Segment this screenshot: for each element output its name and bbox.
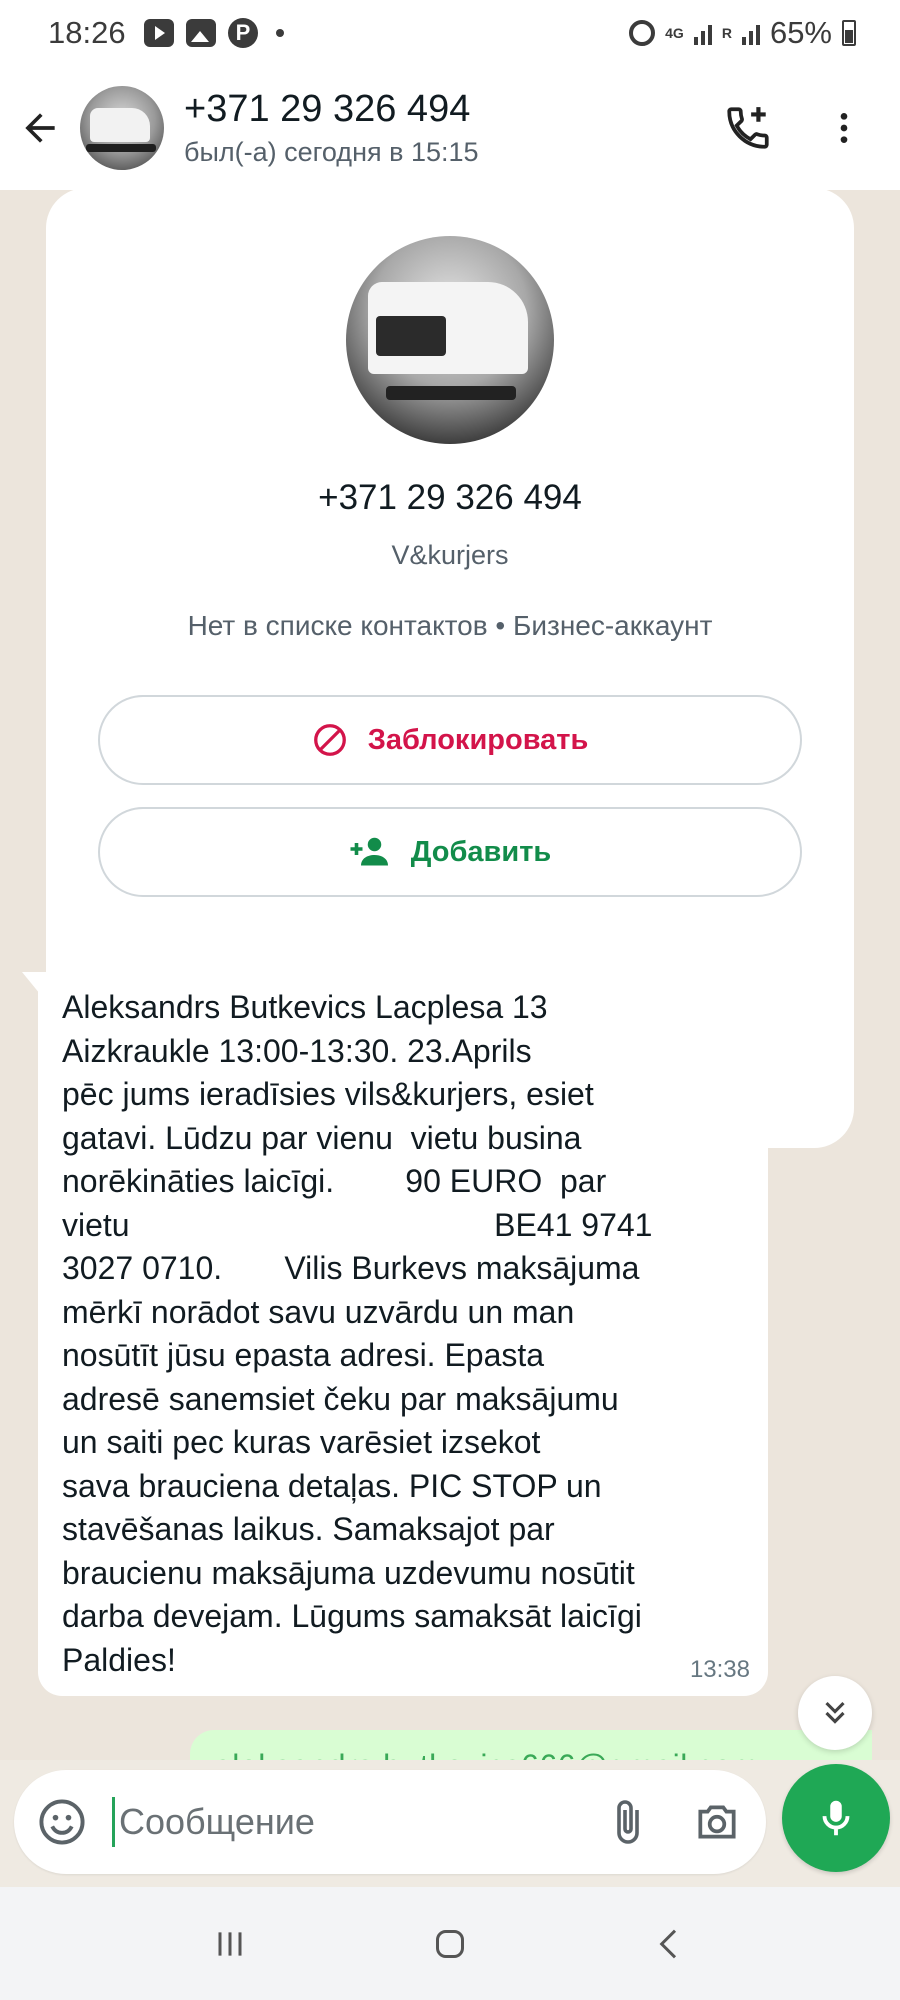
more-vert-icon <box>840 113 848 143</box>
status-right: 4G R 65% <box>629 15 856 51</box>
add-call-button[interactable] <box>720 100 776 156</box>
van-image-grille <box>386 386 516 400</box>
recents-icon <box>218 1931 242 1956</box>
recents-button[interactable] <box>190 1904 270 1984</box>
system-nav-bar <box>0 1887 900 2000</box>
attach-icon[interactable] <box>604 1796 652 1848</box>
message-text: Aleksandrs Butkevics Lacplesa 13 Aizkrau… <box>62 989 653 1678</box>
mic-icon <box>822 1800 850 1836</box>
message-input[interactable] <box>112 1797 604 1847</box>
outgoing-message[interactable]: aleksandrs.butkevics666@gmail.com <box>190 1730 872 1760</box>
composer-icons <box>604 1796 742 1848</box>
battery-percent: 65% <box>769 15 832 50</box>
double-chevron-down-icon <box>825 1701 845 1724</box>
nav-back-button[interactable] <box>630 1904 710 1984</box>
add-label: Добавить <box>410 835 552 868</box>
contact-info[interactable]: +371 29 326 494 был(-а) сегодня в 15:15 <box>184 88 479 168</box>
message-composer <box>14 1770 766 1874</box>
signal-icon <box>693 21 712 45</box>
card-business-name: V&kurjers <box>391 540 509 570</box>
message-time: 13:38 <box>689 1656 750 1683</box>
back-arrow-icon <box>25 113 55 143</box>
home-button[interactable] <box>410 1904 490 1984</box>
pinterest-icon <box>227 18 258 48</box>
gallery-icon <box>185 19 216 47</box>
chat-area[interactable]: +371 29 326 494 V&kurjers Нет в списке к… <box>0 190 900 1760</box>
battery-icon <box>842 20 856 46</box>
van-image-window <box>376 316 446 356</box>
block-button[interactable]: Заблокировать <box>98 695 802 785</box>
camera-icon[interactable] <box>692 1797 742 1847</box>
scroll-to-bottom-button[interactable] <box>798 1676 872 1750</box>
block-label: Заблокировать <box>367 723 589 756</box>
home-icon <box>436 1929 464 1958</box>
card-meta: Нет в списке контактов • Бизнес-аккаунт <box>187 610 713 641</box>
voice-record-button[interactable] <box>782 1764 890 1872</box>
back-button[interactable] <box>0 88 80 168</box>
signal-icon-2 <box>741 21 760 45</box>
block-icon <box>313 724 346 756</box>
add-contact-icon <box>350 837 388 866</box>
business-avatar[interactable] <box>346 236 554 444</box>
youtube-icon <box>143 19 174 47</box>
incoming-message[interactable]: Aleksandrs Butkevics Lacplesa 13 Aizkrau… <box>22 972 768 1696</box>
alarm-icon <box>629 20 656 46</box>
more-options-button[interactable] <box>816 100 872 156</box>
status-left: 18:26 <box>48 15 284 51</box>
last-seen: был(-а) сегодня в 15:15 <box>184 137 479 167</box>
contact-name: +371 29 326 494 <box>184 88 471 130</box>
header-actions <box>720 100 872 156</box>
emoji-icon[interactable] <box>36 1796 88 1848</box>
nav-back-icon <box>659 1929 677 1958</box>
network-type: 4G <box>665 25 684 41</box>
avatar[interactable] <box>80 86 164 170</box>
status-bar: 18:26 4G R 65% <box>0 0 900 66</box>
more-notifications-dot <box>275 29 284 37</box>
outgoing-message-text: aleksandrs.butkevics666@gmail.com <box>214 1748 759 1760</box>
add-call-icon <box>727 107 769 149</box>
card-phone: +371 29 326 494 <box>318 478 582 517</box>
add-contact-button[interactable]: Добавить <box>98 807 802 897</box>
roaming-label: R <box>721 25 732 41</box>
chat-header: +371 29 326 494 был(-а) сегодня в 15:15 <box>0 66 900 190</box>
status-time: 18:26 <box>48 15 126 50</box>
